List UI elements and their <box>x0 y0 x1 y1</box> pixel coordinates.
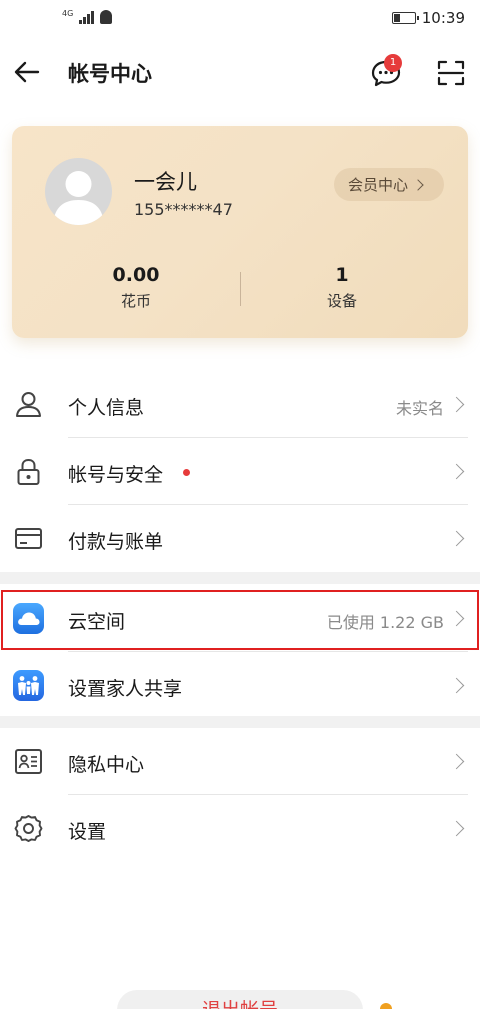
signal-icon <box>79 10 95 24</box>
devices-stat[interactable]: 1 设备 <box>272 264 412 311</box>
logout-button[interactable]: 退出帐号 <box>117 990 363 1009</box>
personal-info-label: 个人信息 <box>68 397 145 419</box>
status-right: 10:39 <box>391 9 465 27</box>
vip-center-button[interactable]: 会员中心 <box>334 168 444 201</box>
chevron-right-icon <box>448 820 465 837</box>
message-badge: 1 <box>384 54 402 72</box>
highlight-box <box>1 590 479 650</box>
notification-app-icon <box>100 10 113 24</box>
chevron-right-icon <box>448 463 465 480</box>
privacy-icon <box>15 749 42 774</box>
payment-label: 付款与账单 <box>68 531 164 553</box>
chevron-right-icon <box>448 530 465 547</box>
chevron-right-icon <box>448 677 465 694</box>
gear-icon <box>14 815 43 842</box>
chevron-right-icon <box>412 178 424 191</box>
battery-icon <box>391 12 419 24</box>
coins-label: 花币 <box>120 292 151 310</box>
avatar[interactable] <box>45 158 112 225</box>
person-icon <box>16 392 41 417</box>
chevron-right-icon <box>448 753 465 770</box>
menu-item-payment[interactable]: 付款与账单 <box>0 505 480 572</box>
menu-item-privacy[interactable]: 隐私中心 <box>0 728 480 795</box>
family-sharing-label: 设置家人共享 <box>68 678 183 700</box>
devices-value: 1 <box>335 264 349 286</box>
devices-label: 设备 <box>326 292 357 310</box>
lock-icon <box>17 458 40 485</box>
section-divider <box>0 572 480 584</box>
section-divider <box>0 716 480 728</box>
verification-status: 未实名 <box>395 399 444 418</box>
coins-value: 0.00 <box>112 264 160 286</box>
status-bar: 4G 10:39 <box>0 0 480 36</box>
vip-center-label: 会员中心 <box>348 176 409 194</box>
scan-icon[interactable] <box>434 56 468 90</box>
account-security-label: 帐号与安全 <box>68 464 164 486</box>
family-icon <box>13 670 44 701</box>
username: 一会儿 <box>134 170 197 194</box>
menu-item-settings[interactable]: 设置 <box>0 795 480 862</box>
settings-label: 设置 <box>68 821 107 843</box>
header: 帐号中心 1 <box>0 44 480 100</box>
clock: 10:39 <box>421 9 465 27</box>
chevron-right-icon <box>448 396 465 413</box>
page-title: 帐号中心 <box>68 62 152 86</box>
menu-item-family-sharing[interactable]: 设置家人共享 <box>0 652 480 719</box>
floating-indicator <box>380 1003 392 1009</box>
network-status: 4G <box>62 9 113 24</box>
privacy-label: 隐私中心 <box>68 754 145 776</box>
stat-divider <box>240 272 241 306</box>
menu-item-personal-info[interactable]: 个人信息 未实名 <box>0 371 480 438</box>
phone-number: 155******47 <box>134 200 233 219</box>
default-avatar-icon <box>53 171 104 225</box>
menu-item-account-security[interactable]: 帐号与安全 <box>0 438 480 505</box>
network-type: 4G <box>62 9 74 18</box>
coins-stat[interactable]: 0.00 花币 <box>66 264 206 311</box>
card-icon <box>15 528 42 549</box>
account-card[interactable]: 一会儿 155******47 会员中心 0.00 花币 1 设备 <box>12 126 468 338</box>
back-arrow-icon[interactable] <box>12 56 44 88</box>
notification-dot <box>183 469 190 476</box>
